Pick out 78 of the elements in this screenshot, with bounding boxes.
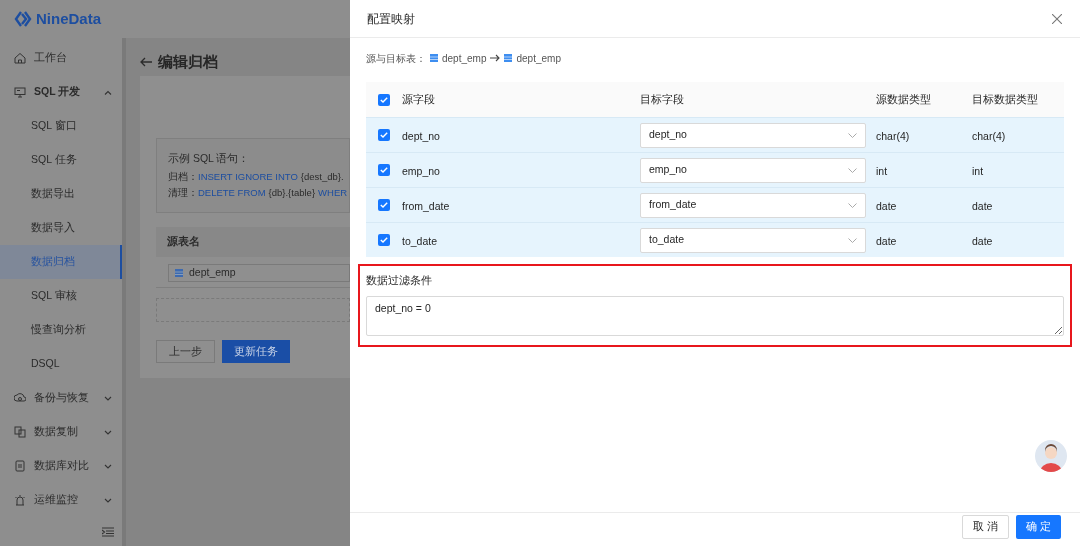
sidebar-item[interactable]: 运维监控 (0, 483, 122, 517)
table-icon (175, 269, 183, 277)
home-icon (14, 52, 26, 64)
source-table-name: dept_emp (442, 51, 487, 66)
table-cell: int (876, 165, 888, 177)
sidebar-item[interactable]: 备份与恢复 (0, 381, 122, 415)
sidebar-subitem[interactable]: 慢查询分析 (0, 313, 122, 347)
column-header: 目标数据类型 (972, 91, 1038, 107)
table-cell: int (972, 165, 984, 177)
document-icon (14, 460, 26, 472)
checkbox[interactable] (378, 199, 390, 211)
alarm-icon (14, 494, 26, 506)
column-header: 源字段 (402, 91, 435, 107)
support-avatar[interactable] (1035, 440, 1067, 472)
sql-example-line: 归档：INSERT IGNORE INTO {dest_db}. (168, 169, 345, 184)
target-field-select[interactable]: dept_no (640, 122, 866, 148)
form-button[interactable]: 上一步 (156, 340, 215, 363)
form-button[interactable]: 更新任务 (222, 340, 290, 363)
copy-icon (14, 426, 26, 438)
cloud-icon (14, 392, 26, 404)
table-cell: date (972, 235, 993, 247)
target-field-select[interactable]: to_date (640, 227, 866, 253)
sidebar-subitem[interactable]: SQL 任务 (0, 143, 122, 177)
column-header: 源表名 (167, 234, 200, 250)
dialog-title: 配置映射 (367, 10, 415, 28)
target-table-name: dept_emp (516, 51, 561, 66)
sidebar-item[interactable]: SQL 开发 (0, 75, 122, 109)
table-cell: emp_no (402, 165, 440, 177)
table-cell: dept_no (402, 130, 440, 142)
chevron-down-icon (848, 132, 857, 138)
sidebar-item[interactable]: 工作台 (0, 41, 122, 75)
tables-label: 源与目标表： (366, 51, 426, 66)
table-row[interactable]: to_date to_date date date (366, 222, 1064, 257)
table-row[interactable]: emp_no emp_no int int (366, 152, 1064, 187)
logo-text: NineData (36, 8, 102, 29)
sidebar-subitem[interactable]: 数据导入 (0, 211, 122, 245)
table-cell: date (876, 235, 897, 247)
checkbox[interactable] (378, 234, 390, 246)
checkbox[interactable] (378, 129, 390, 141)
page-title: 编辑归档 (158, 51, 218, 72)
table-icon (430, 54, 438, 62)
table-cell: to_date (402, 235, 438, 247)
source-table-field[interactable]: dept_emp (168, 264, 350, 282)
table-cell: char(4) (876, 130, 910, 142)
sidebar-subitem[interactable]: 数据导出 (0, 177, 122, 211)
table-cell: char(4) (972, 130, 1006, 142)
sidebar-item[interactable]: 数据库对比 (0, 449, 122, 483)
logo-icon (14, 10, 32, 28)
dialog-button[interactable]: 取 消 (962, 514, 1010, 539)
filter-label: 数据过滤条件 (366, 273, 433, 288)
chevron-down-icon (848, 167, 857, 173)
table-icon (504, 54, 513, 62)
dialog-button[interactable]: 确 定 (1016, 514, 1061, 539)
sidebar-subitem[interactable]: SQL 审核 (0, 279, 122, 313)
sidebar-subitem[interactable]: DSQL (0, 347, 122, 381)
table-row[interactable]: dept_no dept_no char(4) char(4) (366, 117, 1064, 152)
right-arrow-icon (490, 54, 501, 62)
filter-condition-field[interactable]: dept_no = 0 (366, 295, 1064, 336)
table-cell: date (876, 200, 897, 212)
collapse-menu-icon[interactable] (102, 526, 114, 537)
chevron-down-icon (848, 202, 857, 208)
sample-title: 示例 SQL 语句： (168, 151, 251, 166)
checkbox[interactable] (378, 93, 390, 106)
chevron-down-icon (848, 237, 857, 243)
column-header: 目标字段 (640, 91, 684, 107)
target-field-select[interactable]: emp_no (640, 157, 866, 183)
table-cell: date (972, 200, 993, 212)
back-arrow-icon[interactable] (140, 57, 152, 67)
monitor-icon (14, 86, 26, 98)
column-header: 源数据类型 (876, 91, 931, 107)
table-row[interactable]: from_date from_date date date (366, 187, 1064, 222)
sidebar-item[interactable]: 数据复制 (0, 415, 122, 449)
table-cell: from_date (402, 200, 450, 212)
target-field-select[interactable]: from_date (640, 192, 866, 218)
close-icon[interactable] (1052, 13, 1062, 24)
sidebar-subitem[interactable]: SQL 窗口 (0, 109, 122, 143)
sql-example-line: 清理：DELETE FROM {db}.{table} WHER (168, 186, 349, 200)
checkbox[interactable] (378, 164, 390, 176)
